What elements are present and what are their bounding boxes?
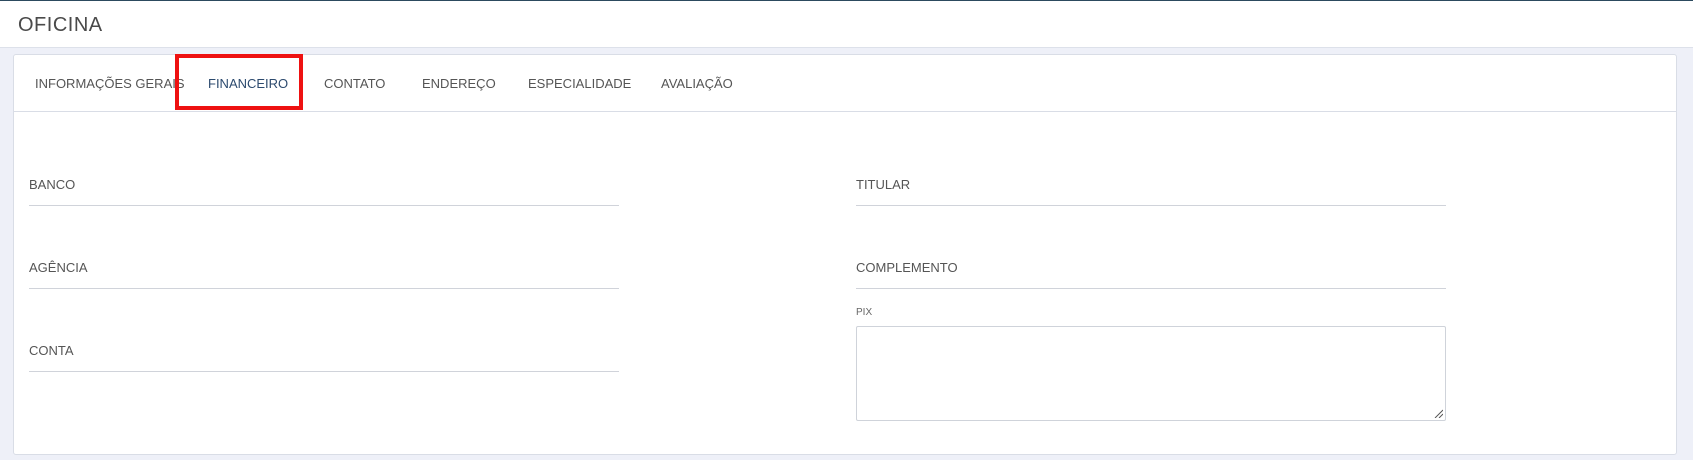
top-bar: OFICINA — [0, 0, 1693, 48]
banco-input[interactable] — [29, 205, 619, 206]
titular-label: TITULAR — [856, 177, 911, 192]
form-card: INFORMAÇÕES GERAIS FINANCEIRO CONTATO EN… — [13, 54, 1677, 455]
conta-input[interactable] — [29, 371, 619, 372]
conta-label: CONTA — [29, 343, 74, 358]
pix-textarea[interactable] — [856, 326, 1446, 421]
agencia-label: AGÊNCIA — [29, 260, 88, 275]
tab-avaliacao[interactable]: AVALIAÇÃO — [661, 55, 733, 112]
complemento-input[interactable] — [856, 288, 1446, 289]
agencia-input[interactable] — [29, 288, 619, 289]
tab-especialidade[interactable]: ESPECIALIDADE — [528, 55, 631, 112]
page-title: OFICINA — [18, 14, 103, 36]
tab-informacoes-gerais[interactable]: INFORMAÇÕES GERAIS — [35, 55, 185, 112]
complemento-label: COMPLEMENTO — [856, 260, 958, 275]
banco-label: BANCO — [29, 177, 76, 192]
tab-contato[interactable]: CONTATO — [324, 55, 385, 112]
titular-input[interactable] — [856, 205, 1446, 206]
resize-grip-icon[interactable] — [1433, 408, 1443, 418]
pix-label: PIX — [856, 307, 873, 318]
active-tab-highlight — [175, 54, 303, 110]
tab-endereco[interactable]: ENDEREÇO — [422, 55, 496, 112]
